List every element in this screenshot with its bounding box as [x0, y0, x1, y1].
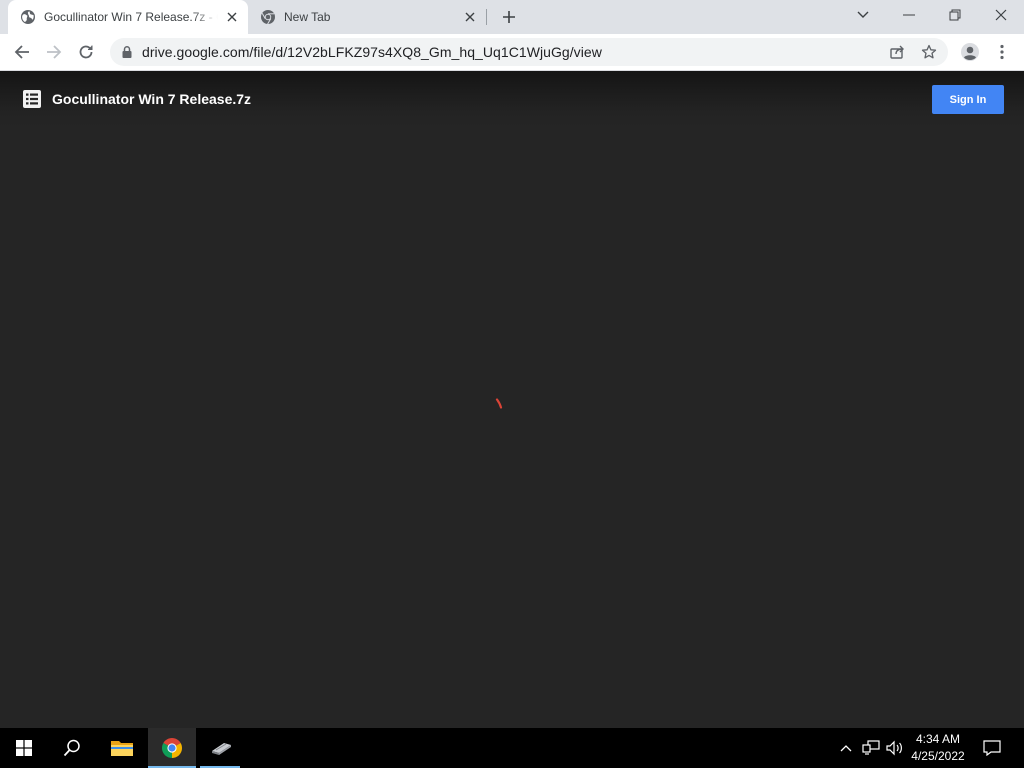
tab-strip: Gocullinator Win 7 Release.7z - G New Ta… — [0, 0, 1024, 34]
chrome-taskbar-button[interactable] — [148, 728, 196, 768]
browser-toolbar: drive.google.com/file/d/12V2bLFKZ97s4XQ8… — [0, 34, 1024, 71]
address-bar[interactable]: drive.google.com/file/d/12V2bLFKZ97s4XQ8… — [110, 38, 948, 66]
minimize-icon — [903, 14, 915, 16]
loading-spinner-icon — [495, 398, 503, 409]
share-icon[interactable] — [887, 42, 907, 62]
file-title: Gocullinator Win 7 Release.7z — [52, 91, 252, 107]
url-text[interactable]: drive.google.com/file/d/12V2bLFKZ97s4XQ8… — [142, 44, 602, 60]
minimize-button[interactable] — [886, 0, 932, 30]
drive-taskbar-button[interactable] — [196, 728, 244, 768]
menu-button[interactable] — [988, 38, 1016, 66]
globe-icon — [21, 10, 35, 24]
reload-icon — [79, 45, 93, 59]
arrow-left-icon — [14, 45, 29, 59]
bookmark-star-icon[interactable] — [919, 42, 939, 62]
show-hidden-icons-button[interactable] — [836, 738, 856, 758]
search-icon — [63, 739, 80, 757]
sign-in-button[interactable]: Sign In — [932, 85, 1004, 114]
arrow-right-icon — [47, 45, 62, 59]
clock-time: 4:34 AM — [915, 732, 961, 746]
forward-button[interactable] — [40, 38, 68, 66]
drive-icon — [212, 743, 231, 755]
network-icon — [862, 740, 880, 755]
plus-icon — [503, 11, 515, 23]
tab-title: Gocullinator Win 7 Release.7z - G — [44, 10, 218, 24]
search-button[interactable] — [48, 728, 96, 768]
viewer-header: Gocullinator Win 7 Release.7z Sign In — [0, 71, 1024, 127]
clock-date: 4/25/2022 — [911, 749, 965, 763]
tab-new-tab[interactable]: New Tab — [248, 0, 486, 34]
tab-search-button[interactable] — [840, 0, 886, 30]
file-explorer-icon — [111, 741, 133, 756]
notification-icon — [983, 740, 1001, 756]
windows-taskbar: 4:34 AM 4/25/2022 — [0, 728, 1024, 768]
tab-separator — [486, 9, 487, 25]
taskbar-clock[interactable]: 4:34 AM 4/25/2022 — [902, 731, 974, 765]
restore-button[interactable] — [932, 0, 978, 30]
tab-active[interactable]: Gocullinator Win 7 Release.7z - G — [8, 0, 248, 34]
chrome-icon — [162, 738, 182, 758]
start-button[interactable] — [0, 728, 48, 768]
chevron-up-icon — [840, 745, 852, 752]
restore-icon — [949, 9, 961, 21]
reload-button[interactable] — [72, 38, 100, 66]
close-tab-icon[interactable] — [460, 7, 480, 27]
chevron-down-icon — [857, 11, 869, 18]
new-tab-button[interactable] — [497, 5, 521, 29]
windows-logo-icon — [16, 740, 32, 756]
close-window-button[interactable] — [978, 0, 1024, 30]
lock-icon[interactable] — [120, 45, 134, 59]
profile-icon — [961, 43, 979, 61]
chrome-icon — [261, 10, 275, 25]
close-icon — [995, 9, 1007, 21]
file-explorer-button[interactable] — [98, 728, 146, 768]
close-tab-icon[interactable] — [222, 7, 242, 27]
network-button[interactable] — [861, 738, 881, 758]
more-vert-icon — [1000, 44, 1004, 60]
tab-title: New Tab — [284, 10, 331, 24]
drive-file-viewer: Gocullinator Win 7 Release.7z Sign In — [0, 71, 1024, 728]
action-center-button[interactable] — [982, 738, 1002, 758]
profile-button[interactable] — [956, 38, 984, 66]
file-type-icon — [23, 90, 41, 108]
back-button[interactable] — [8, 38, 36, 66]
